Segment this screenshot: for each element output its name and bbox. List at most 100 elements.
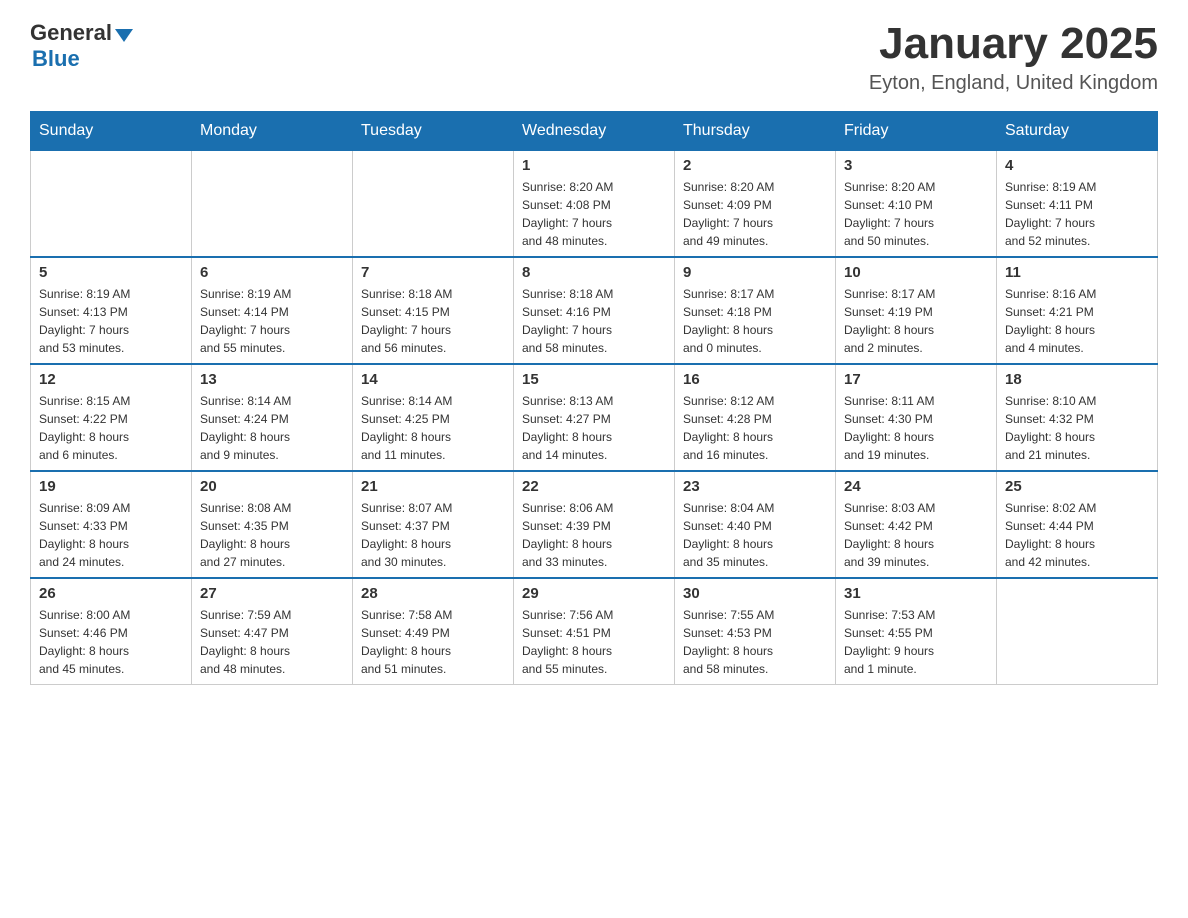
day-number: 30 <box>683 585 827 602</box>
day-info: Sunrise: 8:19 AM Sunset: 4:14 PM Dayligh… <box>200 285 344 357</box>
day-number: 11 <box>1005 264 1149 281</box>
calendar-cell: 1 Sunrise: 8:20 AM Sunset: 4:08 PM Daylig… <box>514 151 675 258</box>
day-info: Sunrise: 8:10 AM Sunset: 4:32 PM Dayligh… <box>1005 392 1149 464</box>
calendar-cell: 20Sunrise: 8:08 AM Sunset: 4:35 PM Dayli… <box>192 471 353 578</box>
calendar-cell: 13 Sunrise: 8:14 AM Sunset: 4:24 PM Dayli… <box>192 364 353 471</box>
calendar-cell: 31 Sunrise: 7:53 AM Sunset: 4:55 PM Dayli… <box>836 578 997 685</box>
day-number: 3 <box>844 157 988 174</box>
calendar-week-row: 12Sunrise: 8:15 AM Sunset: 4:22 PM Dayli… <box>31 364 1158 471</box>
day-info: Sunrise: 8:17 AM Sunset: 4:18 PM Dayligh… <box>683 285 827 357</box>
calendar-cell: 21 Sunrise: 8:07 AM Sunset: 4:37 PM Dayli… <box>353 471 514 578</box>
day-number: 26 <box>39 585 183 602</box>
day-info: Sunrise: 8:07 AM Sunset: 4:37 PM Dayligh… <box>361 499 505 571</box>
day-info: Sunrise: 7:58 AM Sunset: 4:49 PM Dayligh… <box>361 606 505 678</box>
calendar-cell: 30 Sunrise: 7:55 AM Sunset: 4:53 PM Dayli… <box>675 578 836 685</box>
day-number: 13 <box>200 371 344 388</box>
calendar-cell <box>353 151 514 258</box>
calendar-cell: 7 Sunrise: 8:18 AM Sunset: 4:15 PM Daylig… <box>353 257 514 364</box>
day-number: 5 <box>39 264 183 281</box>
day-number: 9 <box>683 264 827 281</box>
day-number: 16 <box>683 371 827 388</box>
day-number: 22 <box>522 478 666 495</box>
day-info: Sunrise: 8:12 AM Sunset: 4:28 PM Dayligh… <box>683 392 827 464</box>
calendar-cell: 24 Sunrise: 8:03 AM Sunset: 4:42 PM Dayli… <box>836 471 997 578</box>
calendar-cell: 26Sunrise: 8:00 AM Sunset: 4:46 PM Dayli… <box>31 578 192 685</box>
day-number: 10 <box>844 264 988 281</box>
day-info: Sunrise: 7:59 AM Sunset: 4:47 PM Dayligh… <box>200 606 344 678</box>
day-number: 19 <box>39 478 183 495</box>
day-number: 18 <box>1005 371 1149 388</box>
logo-triangle-icon <box>115 29 133 42</box>
day-info: Sunrise: 8:20 AM Sunset: 4:08 PM Dayligh… <box>522 178 666 250</box>
day-info: Sunrise: 8:18 AM Sunset: 4:16 PM Dayligh… <box>522 285 666 357</box>
day-number: 14 <box>361 371 505 388</box>
day-info: Sunrise: 8:16 AM Sunset: 4:21 PM Dayligh… <box>1005 285 1149 357</box>
calendar-cell <box>997 578 1158 685</box>
day-header-tuesday: Tuesday <box>353 112 514 151</box>
calendar-cell: 9 Sunrise: 8:17 AM Sunset: 4:18 PM Daylig… <box>675 257 836 364</box>
calendar-cell: 18 Sunrise: 8:10 AM Sunset: 4:32 PM Dayli… <box>997 364 1158 471</box>
day-number: 28 <box>361 585 505 602</box>
day-info: Sunrise: 8:06 AM Sunset: 4:39 PM Dayligh… <box>522 499 666 571</box>
day-info: Sunrise: 8:13 AM Sunset: 4:27 PM Dayligh… <box>522 392 666 464</box>
day-info: Sunrise: 8:19 AM Sunset: 4:11 PM Dayligh… <box>1005 178 1149 250</box>
day-info: Sunrise: 7:55 AM Sunset: 4:53 PM Dayligh… <box>683 606 827 678</box>
day-number: 23 <box>683 478 827 495</box>
calendar-cell <box>31 151 192 258</box>
day-number: 7 <box>361 264 505 281</box>
day-info: Sunrise: 8:14 AM Sunset: 4:25 PM Dayligh… <box>361 392 505 464</box>
day-number: 2 <box>683 157 827 174</box>
logo-blue-text: Blue <box>32 46 80 72</box>
calendar-header-row: SundayMondayTuesdayWednesdayThursdayFrid… <box>31 112 1158 151</box>
calendar-cell: 6 Sunrise: 8:19 AM Sunset: 4:14 PM Daylig… <box>192 257 353 364</box>
day-number: 21 <box>361 478 505 495</box>
calendar-cell <box>192 151 353 258</box>
day-info: Sunrise: 8:11 AM Sunset: 4:30 PM Dayligh… <box>844 392 988 464</box>
calendar-table: SundayMondayTuesdayWednesdayThursdayFrid… <box>30 111 1158 685</box>
day-header-monday: Monday <box>192 112 353 151</box>
day-info: Sunrise: 8:02 AM Sunset: 4:44 PM Dayligh… <box>1005 499 1149 571</box>
day-number: 6 <box>200 264 344 281</box>
calendar-week-row: 26Sunrise: 8:00 AM Sunset: 4:46 PM Dayli… <box>31 578 1158 685</box>
day-info: Sunrise: 8:04 AM Sunset: 4:40 PM Dayligh… <box>683 499 827 571</box>
day-number: 17 <box>844 371 988 388</box>
calendar-cell: 5 Sunrise: 8:19 AM Sunset: 4:13 PM Daylig… <box>31 257 192 364</box>
day-number: 29 <box>522 585 666 602</box>
title-section: January 2025 Eyton, England, United King… <box>869 20 1158 95</box>
day-header-wednesday: Wednesday <box>514 112 675 151</box>
day-number: 8 <box>522 264 666 281</box>
day-info: Sunrise: 8:17 AM Sunset: 4:19 PM Dayligh… <box>844 285 988 357</box>
day-info: Sunrise: 8:18 AM Sunset: 4:15 PM Dayligh… <box>361 285 505 357</box>
calendar-week-row: 5 Sunrise: 8:19 AM Sunset: 4:13 PM Daylig… <box>31 257 1158 364</box>
day-info: Sunrise: 8:19 AM Sunset: 4:13 PM Dayligh… <box>39 285 183 357</box>
day-header-thursday: Thursday <box>675 112 836 151</box>
page-header: General Blue January 2025 Eyton, England… <box>30 20 1158 95</box>
calendar-cell: 25 Sunrise: 8:02 AM Sunset: 4:44 PM Dayli… <box>997 471 1158 578</box>
day-number: 4 <box>1005 157 1149 174</box>
calendar-cell: 17 Sunrise: 8:11 AM Sunset: 4:30 PM Dayli… <box>836 364 997 471</box>
day-number: 24 <box>844 478 988 495</box>
day-number: 20 <box>200 478 344 495</box>
calendar-cell: 27Sunrise: 7:59 AM Sunset: 4:47 PM Dayli… <box>192 578 353 685</box>
day-info: Sunrise: 8:03 AM Sunset: 4:42 PM Dayligh… <box>844 499 988 571</box>
calendar-cell: 12Sunrise: 8:15 AM Sunset: 4:22 PM Dayli… <box>31 364 192 471</box>
day-header-sunday: Sunday <box>31 112 192 151</box>
calendar-cell: 3Sunrise: 8:20 AM Sunset: 4:10 PM Daylig… <box>836 151 997 258</box>
calendar-cell: 29 Sunrise: 7:56 AM Sunset: 4:51 PM Dayli… <box>514 578 675 685</box>
day-info: Sunrise: 8:14 AM Sunset: 4:24 PM Dayligh… <box>200 392 344 464</box>
logo-general-text: General <box>30 20 112 46</box>
calendar-subtitle: Eyton, England, United Kingdom <box>869 72 1158 95</box>
day-header-friday: Friday <box>836 112 997 151</box>
day-number: 31 <box>844 585 988 602</box>
day-number: 12 <box>39 371 183 388</box>
calendar-cell: 4 Sunrise: 8:19 AM Sunset: 4:11 PM Daylig… <box>997 151 1158 258</box>
day-number: 25 <box>1005 478 1149 495</box>
calendar-week-row: 1 Sunrise: 8:20 AM Sunset: 4:08 PM Daylig… <box>31 151 1158 258</box>
calendar-cell: 2Sunrise: 8:20 AM Sunset: 4:09 PM Daylig… <box>675 151 836 258</box>
calendar-cell: 11 Sunrise: 8:16 AM Sunset: 4:21 PM Dayli… <box>997 257 1158 364</box>
calendar-cell: 8 Sunrise: 8:18 AM Sunset: 4:16 PM Daylig… <box>514 257 675 364</box>
day-number: 1 <box>522 157 666 174</box>
calendar-cell: 16 Sunrise: 8:12 AM Sunset: 4:28 PM Dayli… <box>675 364 836 471</box>
day-info: Sunrise: 7:56 AM Sunset: 4:51 PM Dayligh… <box>522 606 666 678</box>
day-info: Sunrise: 7:53 AM Sunset: 4:55 PM Dayligh… <box>844 606 988 678</box>
